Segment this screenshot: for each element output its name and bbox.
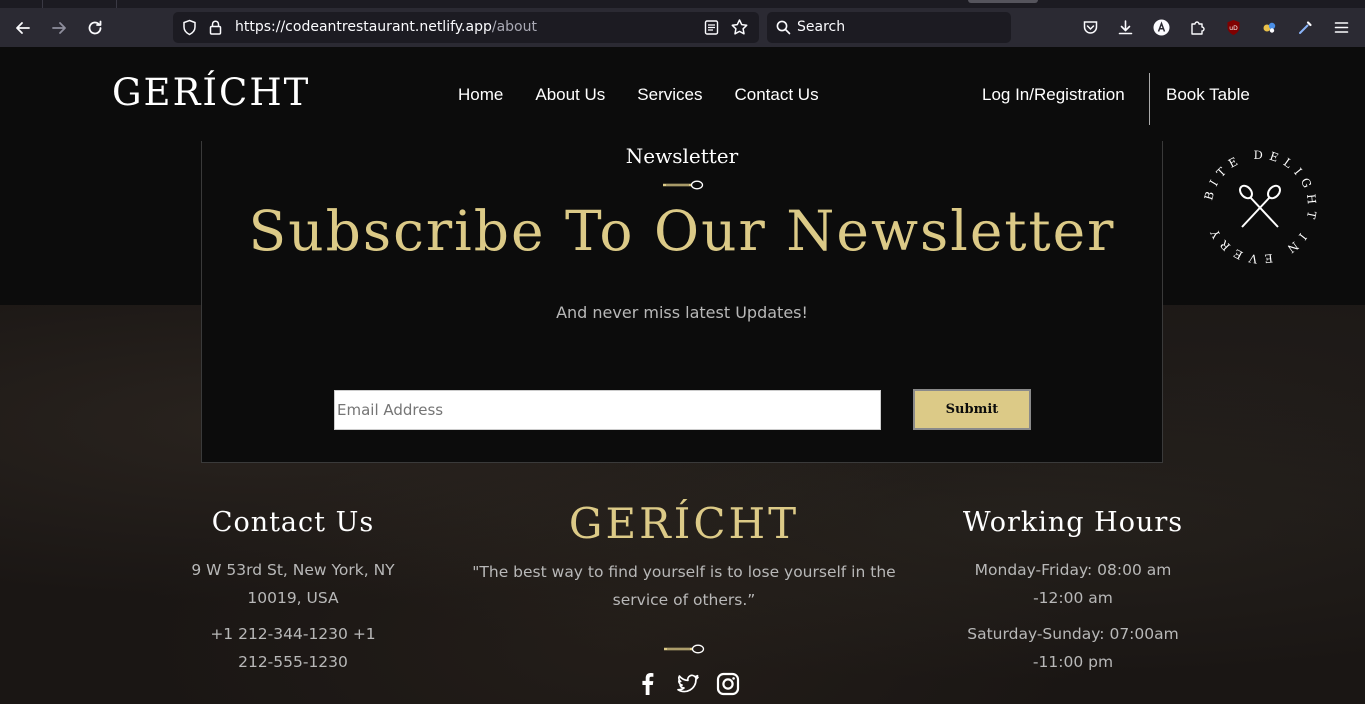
twitter-icon[interactable]: [675, 671, 701, 697]
tab-separator: [42, 0, 43, 8]
arrow-right-icon: [52, 22, 66, 34]
nav-divider: [1149, 73, 1150, 125]
quote-line-2: service of others.”: [612, 591, 756, 609]
browser-toolbar: https://codeantrestaurant.netlify.app/ab…: [0, 8, 1365, 47]
contact-phone: +1 212-344-1230 +1 212-555-1230: [178, 620, 408, 676]
search-placeholder: Search: [797, 19, 846, 35]
pocket-icon: [1083, 20, 1097, 34]
page-content: GERÍCHT Home About Us Services Contact U…: [0, 47, 1365, 704]
spoon-icon: [663, 180, 704, 190]
arrow-left-icon: [16, 22, 30, 34]
nav-link-contact[interactable]: Contact Us: [734, 85, 818, 105]
newsletter-title: Subscribe To Our Newsletter: [248, 199, 1116, 263]
weekday-line-2: -12:00 am: [1033, 589, 1113, 607]
spoon-icon: [664, 644, 705, 654]
social-links: [635, 671, 741, 697]
instagram-icon[interactable]: [715, 671, 741, 697]
account-avatar-icon: [1153, 19, 1169, 35]
footer-logo: GERÍCHT: [568, 499, 800, 548]
reload-button[interactable]: [82, 15, 108, 41]
search-bar[interactable]: Search: [767, 12, 1011, 43]
reload-icon: [88, 20, 102, 35]
submit-button[interactable]: Submit: [913, 389, 1031, 430]
menu-button[interactable]: [1331, 17, 1351, 37]
phone-line-1[interactable]: +1 212-344-1230 +1: [178, 620, 408, 648]
footer-quote: "The best way to find yourself is to los…: [455, 558, 913, 614]
url-text[interactable]: https://codeantrestaurant.netlify.app/ab…: [235, 19, 537, 35]
address-line-2: 10019, USA: [247, 589, 339, 607]
downloads-button[interactable]: [1115, 17, 1135, 37]
extension-colors-button[interactable]: [1259, 17, 1279, 37]
lock-icon[interactable]: [207, 19, 224, 36]
forward-button[interactable]: [46, 15, 72, 41]
nav-link-about[interactable]: About Us: [535, 85, 605, 105]
eyedropper-icon: [1298, 20, 1312, 34]
footer-contact: Contact Us 9 W 53rd St, New York, NY 100…: [178, 507, 408, 676]
newsletter-description: And never miss latest Updates!: [556, 303, 808, 322]
nav-link-home[interactable]: Home: [458, 85, 503, 105]
newsletter-section: Newsletter Subscribe To Our Newsletter A…: [201, 141, 1163, 463]
footer-brand: GERÍCHT "The best way to find yourself i…: [455, 499, 913, 696]
reader-view-icon[interactable]: [703, 19, 720, 36]
site-navbar: GERÍCHT Home About Us Services Contact U…: [0, 47, 1365, 141]
back-button[interactable]: [10, 15, 36, 41]
url-host: https://codeantrestaurant.netlify.app: [235, 19, 492, 35]
weekday-line-1: Monday-Friday: 08:00 am: [974, 561, 1172, 579]
phone-line-2[interactable]: 212-555-1230: [178, 648, 408, 676]
weekend-line-2: -11:00 pm: [1032, 653, 1114, 671]
pocket-button[interactable]: [1080, 17, 1100, 37]
url-path: /about: [491, 19, 537, 35]
contact-heading: Contact Us: [211, 507, 375, 538]
contact-address: 9 W 53rd St, New York, NY 10019, USA: [178, 556, 408, 612]
puzzle-icon: [1190, 20, 1205, 35]
account-button[interactable]: [1151, 17, 1171, 37]
bookmark-star-icon[interactable]: [730, 18, 749, 37]
eyedropper-button[interactable]: [1295, 17, 1315, 37]
color-dots-icon: [1263, 22, 1275, 33]
search-icon: [776, 20, 791, 35]
site-logo[interactable]: GERÍCHT: [112, 71, 310, 114]
tab-indicator[interactable]: [968, 0, 1038, 3]
shield-icon[interactable]: [181, 19, 198, 36]
weekend-line-1: Saturday-Sunday: 07:00am: [967, 625, 1179, 643]
email-field[interactable]: [334, 390, 881, 430]
address-line-1: 9 W 53rd St, New York, NY: [191, 561, 395, 579]
weekend-hours: Saturday-Sunday: 07:00am -11:00 pm: [950, 620, 1196, 676]
svg-text:uD: uD: [1229, 25, 1238, 32]
footer-hours: Working Hours Monday-Friday: 08:00 am -1…: [950, 507, 1196, 676]
tab-strip: [0, 0, 1365, 8]
newsletter-subheading: Newsletter: [625, 144, 739, 168]
hamburger-menu-icon: [1334, 21, 1348, 33]
url-bar[interactable]: https://codeantrestaurant.netlify.app/ab…: [173, 12, 759, 43]
login-link[interactable]: Log In/Registration: [982, 85, 1125, 105]
facebook-icon[interactable]: [635, 671, 661, 697]
ublock-icon: uD: [1227, 19, 1239, 35]
circular-badge: BITE DELIGHT IN EVERY: [1201, 148, 1313, 267]
quote-line-1: "The best way to find yourself is to los…: [472, 563, 896, 581]
weekday-hours: Monday-Friday: 08:00 am -12:00 am: [950, 556, 1196, 612]
book-table-link[interactable]: Book Table: [1166, 85, 1250, 105]
nav-links: Home About Us Services Contact Us: [458, 85, 819, 105]
download-icon: [1118, 19, 1132, 34]
ublock-button[interactable]: uD: [1223, 17, 1243, 37]
nav-link-services[interactable]: Services: [637, 85, 702, 105]
extensions-button[interactable]: [1187, 17, 1207, 37]
hours-heading: Working Hours: [962, 507, 1184, 538]
crossed-spoons-icon: [1239, 184, 1281, 228]
tab-separator: [116, 0, 117, 8]
